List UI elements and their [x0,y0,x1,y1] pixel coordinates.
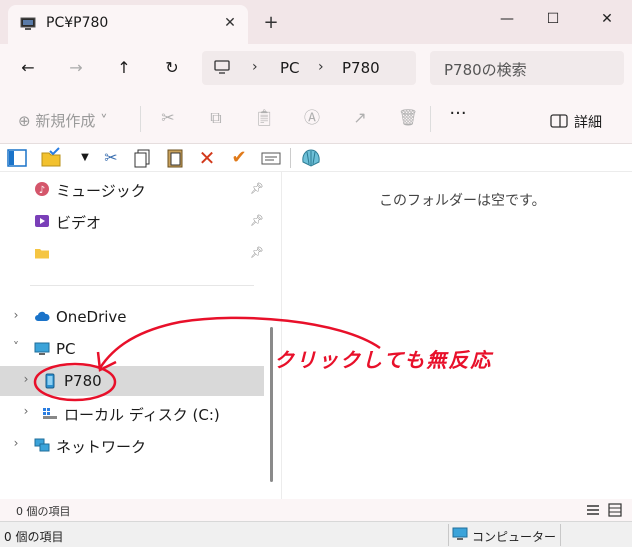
monitor-icon [214,60,230,74]
nav-item-label: P780 [64,372,102,390]
delete-icon[interactable]: 🗑︎ [398,108,418,128]
search-input[interactable]: P780の検索 [430,51,624,85]
nav-item-folder[interactable]: 📌︎ [0,238,264,268]
title-bar: PC¥P780 ✕ + — ☐ ✕ [0,0,632,44]
nav-pane-toggle-icon[interactable] [6,147,28,169]
up-button[interactable]: ↑ [112,56,136,80]
address-row: ← → ↑ ↻ › PC › P780 P780の検索 [0,44,632,92]
nav-item-music[interactable]: ♪ ミュージック 📌︎ [0,174,264,204]
nav-item-local-disk[interactable]: › ローカル ディスク (C:) [0,398,264,428]
cut-icon[interactable]: ✂ [100,147,122,169]
divider [290,148,291,168]
folder-icon [35,249,49,259]
new-tab-button[interactable]: + [260,12,282,34]
breadcrumb-pc[interactable]: PC [280,59,300,77]
pin-icon: 📌︎ [250,214,264,227]
cloud-icon [35,311,50,321]
tab-title: PC¥P780 [46,15,109,31]
properties-icon[interactable] [260,147,282,169]
file-list-pane[interactable]: このフォルダーは空です。 [283,172,632,499]
chevron-right-icon[interactable]: › [10,308,22,322]
nav-item-p780[interactable]: › P780 [0,366,264,396]
dropdown-icon[interactable]: ▼ [74,147,96,169]
annotation-text: クリックしても無反応 [274,348,493,372]
command-bar: ⊕ 新規作成 ˅ ✂ ⧉ 📋︎ Ⓐ ↗ 🗑︎ ··· 詳細 [0,92,632,144]
video-icon [35,215,49,227]
svg-text:♪: ♪ [39,185,45,196]
details-view-icon[interactable] [586,503,600,517]
address-bar[interactable]: › PC › P780 [202,51,416,85]
delete-x-icon[interactable]: ✕ [196,147,218,169]
chevron-down-icon[interactable]: ˅ [10,340,22,354]
breadcrumb-p780[interactable]: P780 [342,59,380,77]
nav-item-video[interactable]: ビデオ 📌︎ [0,206,264,236]
drive-icon [43,408,57,419]
navigation-pane: ♪ ミュージック 📌︎ ビデオ 📌︎ 📌︎ › OneDrive ˅ PC › … [0,172,282,499]
pc-icon [34,342,50,355]
pc-icon [20,17,36,30]
cut-icon[interactable]: ✂ [158,108,178,128]
chevron-right-icon[interactable]: › [20,404,32,418]
forward-button[interactable]: → [64,56,88,80]
divider [560,524,561,546]
chevron-right-icon[interactable]: › [20,372,32,386]
network-icon [34,438,50,452]
copy-icon[interactable]: ⧉ [206,108,226,128]
divider [448,524,449,546]
tab-active[interactable]: PC¥P780 ✕ [8,5,248,44]
nav-item-label: OneDrive [56,308,127,326]
paste-icon[interactable] [164,147,186,169]
pin-icon: 📌︎ [250,182,264,195]
music-icon: ♪ [35,182,49,196]
item-count: 0 個の項目 [16,505,71,518]
item-count: 0 個の項目 [4,530,64,544]
divider [430,106,431,132]
computer-icon [452,527,468,540]
tiles-view-icon[interactable] [608,503,622,517]
empty-folder-message: このフォルダーは空です。 [379,193,546,209]
nav-item-label: ミュージック [56,182,146,200]
rename-icon[interactable]: Ⓐ [302,108,322,128]
copy-icon[interactable] [132,147,154,169]
paste-icon[interactable]: 📋︎ [254,108,274,128]
refresh-button[interactable]: ↻ [160,56,184,80]
status-bar: 0 個の項目 [0,499,632,521]
close-button[interactable]: ✕ [584,6,630,32]
breadcrumb-separator: › [252,59,258,75]
phone-icon [45,373,55,389]
location-label: コンピューター [472,530,557,544]
maximize-button[interactable]: ☐ [530,6,576,32]
share-icon[interactable]: ↗ [350,108,370,128]
pin-icon: 📌︎ [250,246,264,259]
minimize-button[interactable]: — [484,6,530,32]
nav-scrollbar[interactable] [270,327,273,482]
details-pane-icon[interactable] [550,114,568,128]
nav-item-onedrive[interactable]: › OneDrive [0,302,264,332]
divider [140,106,141,132]
nav-item-label: ビデオ [56,214,102,232]
nav-item-label: PC [56,340,76,358]
back-button[interactable]: ← [16,56,40,80]
nav-item-network[interactable]: › ネットワーク [0,430,264,460]
nav-item-pc[interactable]: ˅ PC [0,334,264,364]
classic-status-bar: 0 個の項目 コンピューター [0,521,632,547]
breadcrumb-separator: › [318,59,324,75]
classic-toolbar: ▼ ✂ ✕ ✔ [0,144,632,172]
search-placeholder: P780の検索 [444,61,527,79]
divider [30,285,254,286]
checkmark-icon[interactable]: ✔ [228,147,250,169]
details-button[interactable]: 詳細 [574,112,602,132]
folder-options-icon[interactable] [40,147,62,169]
shell-icon[interactable] [300,147,322,169]
new-button[interactable]: ⊕ 新規作成 ˅ [18,110,108,131]
tab-close-button[interactable]: ✕ [220,13,240,33]
more-options-button[interactable]: ··· [446,104,470,128]
nav-item-label: ネットワーク [56,438,147,456]
chevron-right-icon[interactable]: › [10,436,22,450]
nav-item-label: ローカル ディスク (C:) [64,406,220,424]
